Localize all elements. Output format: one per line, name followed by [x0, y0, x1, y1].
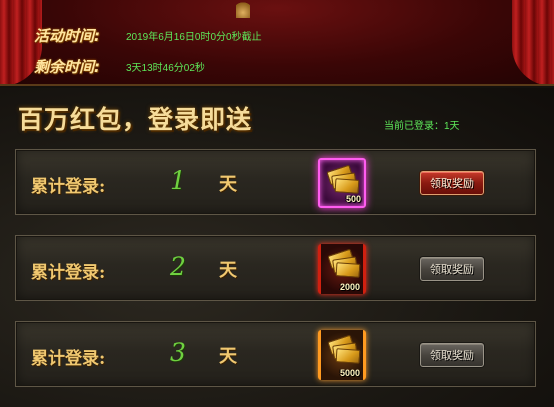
- login-days-count: 3: [170, 338, 186, 367]
- pendant-icon: [236, 0, 250, 18]
- red-envelope-notes-icon: [326, 164, 360, 194]
- reward-item-1[interactable]: 500: [318, 158, 366, 208]
- event-time-row: 活动时间: 2019年6月16日0时0分0秒截止: [34, 25, 262, 46]
- reward-row-3: 累计登录: 3 天 5000 领取奖励: [15, 321, 536, 387]
- login-days-count: 2: [170, 252, 186, 281]
- remaining-time-row: 剩余时间: 3天13时46分02秒: [34, 56, 205, 77]
- event-banner: 活动时间: 2019年6月16日0时0分0秒截止 剩余时间: 3天13时46分0…: [0, 0, 554, 86]
- cumulative-login-label: 累计登录:: [31, 263, 106, 283]
- reward-amount: 500: [345, 194, 361, 204]
- claim-reward-button-1[interactable]: 领取奖励: [420, 171, 484, 195]
- reward-row-2: 累计登录: 2 天 2000 领取奖励: [15, 235, 536, 301]
- remaining-time-label: 剩余时间:: [34, 58, 100, 76]
- red-envelope-notes-icon: [327, 248, 361, 278]
- login-reward-panel: 百万红包，登录即送 当前已登录：1天 累计登录: 1 天 500 领取奖励 累计…: [0, 88, 554, 407]
- reward-row-1: 累计登录: 1 天 500 领取奖励: [15, 149, 536, 215]
- reward-amount: 5000: [339, 368, 360, 378]
- login-status: 当前已登录：1天: [384, 121, 460, 132]
- reward-amount: 2000: [339, 282, 360, 292]
- cumulative-login-label: 累计登录:: [31, 349, 106, 369]
- event-time-value: 2019年6月16日0时0分0秒截止: [126, 32, 262, 43]
- claim-reward-button-2[interactable]: 领取奖励: [420, 257, 484, 281]
- claim-reward-button-3[interactable]: 领取奖励: [420, 343, 484, 367]
- day-unit: 天: [219, 260, 237, 281]
- reward-item-2[interactable]: 2000: [318, 244, 366, 294]
- reward-item-3[interactable]: 5000: [318, 330, 366, 380]
- remaining-time-value: 3天13时46分02秒: [126, 63, 205, 74]
- day-unit: 天: [219, 174, 237, 195]
- cumulative-login-label: 累计登录:: [31, 177, 106, 197]
- page-title: 百万红包，登录即送: [18, 105, 253, 134]
- curtain-right-icon: [512, 0, 554, 84]
- red-envelope-notes-icon: [327, 334, 361, 364]
- day-unit: 天: [219, 346, 237, 367]
- event-time-label: 活动时间:: [34, 27, 100, 45]
- login-days-count: 1: [170, 166, 186, 195]
